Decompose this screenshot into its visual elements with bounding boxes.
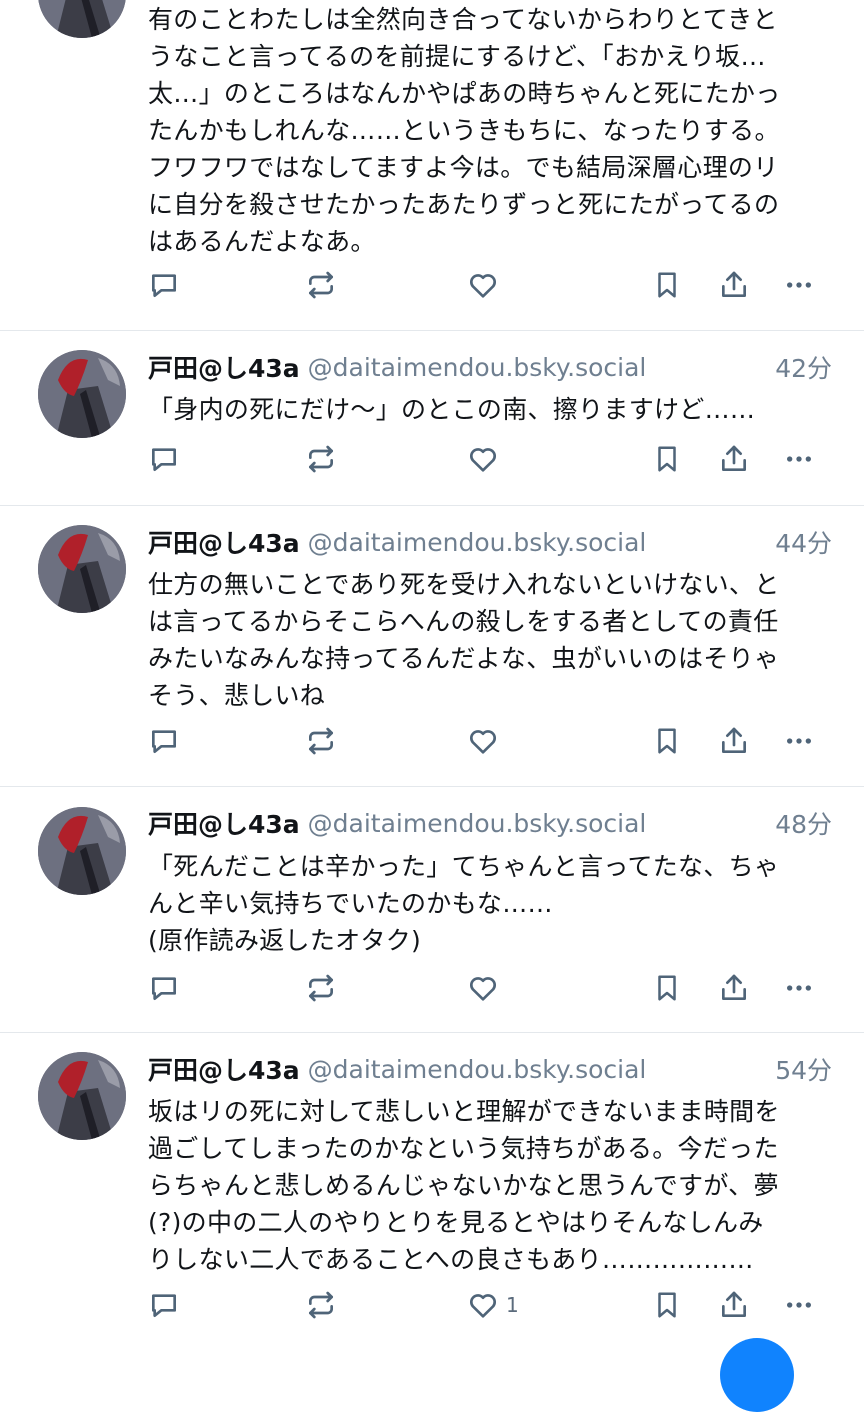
heart-icon: [469, 1294, 497, 1318]
share-button[interactable]: [718, 265, 750, 305]
post[interactable]: 戸田@し43a @daitaimendou.bsky.social 54分 坂はリ…: [0, 1033, 864, 1349]
bookmark-icon: [658, 728, 676, 754]
post-text: 「身内の死にだけ〜」のとこの南、擦りますけど……: [148, 395, 756, 424]
post-time[interactable]: 44分: [775, 524, 832, 560]
share-button[interactable]: [718, 439, 750, 479]
repost-icon: [309, 974, 333, 1002]
post-header: 戸田@し43a @daitaimendou.bsky.social 48分: [148, 805, 832, 845]
post-time[interactable]: 48分: [775, 805, 832, 841]
reply-button[interactable]: [148, 1285, 180, 1325]
more-button[interactable]: [782, 439, 816, 479]
share-button[interactable]: [718, 968, 750, 1008]
bookmark-button[interactable]: [652, 721, 682, 761]
share-icon: [722, 271, 746, 297]
post-text: 「死んだことは辛かった」てちゃんと言ってたな、ちゃ んと辛い気持ちでいたのかもな…: [148, 852, 780, 955]
more-button[interactable]: [782, 1285, 816, 1325]
user-handle[interactable]: @daitaimendou.bsky.social: [308, 353, 647, 382]
avatar[interactable]: [38, 525, 126, 613]
bookmark-icon: [658, 446, 676, 472]
reply-icon: [152, 730, 176, 753]
more-icon: [787, 738, 811, 744]
heart-icon: [469, 274, 497, 298]
share-icon: [722, 974, 746, 1000]
compose-button[interactable]: [720, 1338, 794, 1412]
reply-button[interactable]: [148, 968, 180, 1008]
bookmark-icon: [658, 1292, 676, 1318]
avatar[interactable]: [38, 807, 126, 895]
user-handle[interactable]: @daitaimendou.bsky.social: [308, 809, 647, 838]
avatar[interactable]: [38, 0, 126, 38]
reply-icon: [152, 274, 176, 297]
like-button[interactable]: [466, 968, 506, 1008]
reply-icon: [152, 977, 176, 1000]
share-icon: [722, 1291, 746, 1317]
bookmark-button[interactable]: [652, 265, 682, 305]
share-icon: [722, 445, 746, 471]
post-header: 戸田@し43a @daitaimendou.bsky.social 42分: [148, 349, 832, 389]
post[interactable]: 戸田@し43a @daitaimendou.bsky.social 44分 仕方の…: [0, 506, 864, 787]
heart-icon: [469, 730, 497, 754]
bookmark-button[interactable]: [652, 439, 682, 479]
bookmark-icon: [658, 272, 676, 298]
reply-icon: [152, 1294, 176, 1317]
like-count: 1: [506, 1293, 519, 1317]
like-button[interactable]: [466, 439, 506, 479]
more-icon: [787, 282, 811, 288]
post-actions: [148, 265, 832, 305]
avatar[interactable]: [38, 350, 126, 438]
more-icon: [787, 985, 811, 991]
reply-button[interactable]: [148, 721, 180, 761]
post-header: 戸田@し43a @daitaimendou.bsky.social 44分: [148, 524, 832, 564]
post-header: 戸田@し43a @daitaimendou.bsky.social 54分: [148, 1051, 832, 1091]
share-button[interactable]: [718, 1285, 750, 1325]
display-name[interactable]: 戸田@し43a: [148, 1056, 300, 1085]
heart-icon: [469, 448, 497, 472]
reply-icon: [152, 448, 176, 471]
repost-button[interactable]: [304, 1285, 338, 1325]
post[interactable]: 有のことわたしは全然向き合ってないからわりとてきと うなこと言ってるのを前提にす…: [0, 0, 864, 331]
more-button[interactable]: [782, 721, 816, 761]
post-actions: [148, 968, 832, 1008]
like-button[interactable]: [466, 265, 506, 305]
more-button[interactable]: [782, 265, 816, 305]
like-button[interactable]: 1: [466, 1285, 519, 1325]
post[interactable]: 戸田@し43a @daitaimendou.bsky.social 42分 「身内…: [0, 331, 864, 506]
post-actions: [148, 439, 832, 479]
avatar[interactable]: [38, 1052, 126, 1140]
post-actions: 1: [148, 1285, 832, 1325]
more-icon: [787, 456, 811, 462]
share-button[interactable]: [718, 721, 750, 761]
repost-button[interactable]: [304, 265, 338, 305]
post-feed: 有のことわたしは全然向き合ってないからわりとてきと うなこと言ってるのを前提にす…: [0, 0, 864, 1412]
repost-button[interactable]: [304, 968, 338, 1008]
post-text: 仕方の無いことであり死を受け入れないといけない、と は言ってるからそこらへんの殺…: [148, 570, 780, 710]
more-icon: [787, 1302, 811, 1308]
user-handle[interactable]: @daitaimendou.bsky.social: [308, 528, 647, 557]
post-text: 坂はリの死に対して悲しいと理解ができないまま時間を 過ごしてしまったのかなという…: [148, 1097, 780, 1274]
heart-icon: [469, 977, 497, 1001]
reply-button[interactable]: [148, 265, 180, 305]
post-time[interactable]: 42分: [775, 349, 832, 385]
display-name[interactable]: 戸田@し43a: [148, 354, 300, 383]
more-button[interactable]: [782, 968, 816, 1008]
display-name[interactable]: 戸田@し43a: [148, 810, 300, 839]
bookmark-button[interactable]: [652, 1285, 682, 1325]
like-button[interactable]: [466, 721, 506, 761]
post[interactable]: 戸田@し43a @daitaimendou.bsky.social 48分 「死ん…: [0, 787, 864, 1033]
user-handle[interactable]: @daitaimendou.bsky.social: [308, 1055, 647, 1084]
repost-icon: [309, 727, 333, 755]
post-text: 有のことわたしは全然向き合ってないからわりとてきと うなこと言ってるのを前提にす…: [148, 5, 781, 256]
repost-icon: [309, 445, 333, 473]
repost-icon: [309, 1291, 333, 1319]
post-time[interactable]: 54分: [775, 1051, 832, 1087]
bookmark-icon: [658, 975, 676, 1001]
bookmark-button[interactable]: [652, 968, 682, 1008]
repost-button[interactable]: [304, 721, 338, 761]
post-actions: [148, 721, 832, 761]
reply-button[interactable]: [148, 439, 180, 479]
display-name[interactable]: 戸田@し43a: [148, 529, 300, 558]
repost-button[interactable]: [304, 439, 338, 479]
share-icon: [722, 727, 746, 753]
repost-icon: [309, 271, 333, 299]
